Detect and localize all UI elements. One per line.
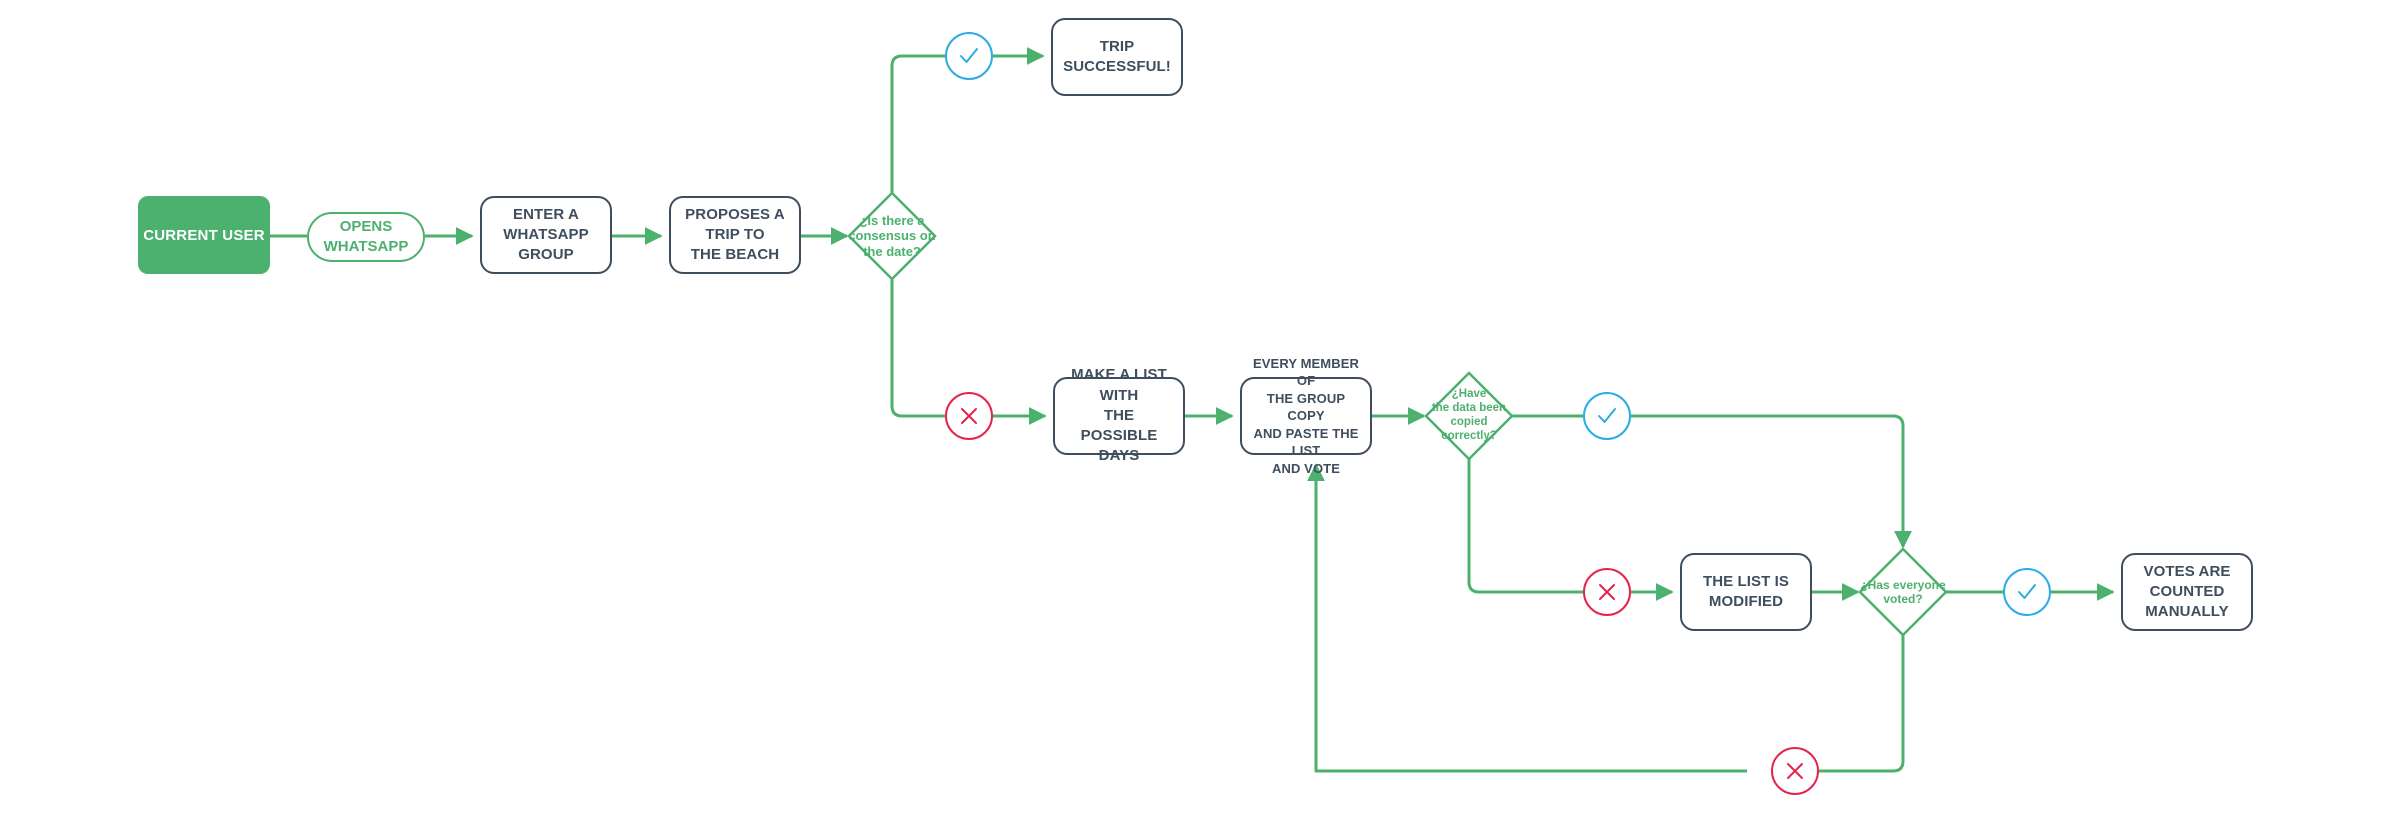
edge-consensus-no	[890, 270, 945, 418]
node-decision-everyone-voted[interactable]: ¿Has everyone voted?	[1858, 547, 1948, 637]
node-label: THE LIST IS MODIFIED	[1702, 572, 1790, 610]
edge-voted-no	[1795, 627, 1905, 773]
check-icon	[1598, 408, 1616, 423]
node-label: ¿Have the data been copied correctly?	[1431, 388, 1507, 442]
node-list-modified[interactable]: THE LIST IS MODIFIED	[1680, 553, 1812, 631]
node-every-member-votes[interactable]: EVERY MEMBER OF THE GROUP COPY AND PASTE…	[1240, 356, 1372, 476]
marker-no-copied-correctly[interactable]	[1583, 568, 1631, 616]
node-label: PROPOSES A TRIP TO THE BEACH	[685, 205, 785, 264]
node-decision-consensus[interactable]: ¿Is there a consensus on the date?	[847, 191, 937, 281]
node-label: TRIP SUCCESSFUL!	[1063, 37, 1171, 75]
edge-consensus-yes	[890, 54, 945, 200]
node-label: MAKE A LIST WITH THE POSSIBLE DAYS	[1071, 366, 1167, 465]
edge-copied-no	[1467, 451, 1583, 594]
cross-icon	[961, 408, 977, 424]
node-label: CURRENT USER	[143, 226, 265, 244]
node-label: EVERY MEMBER OF THE GROUP COPY AND PASTE…	[1253, 355, 1359, 476]
marker-yes-copied-correctly[interactable]	[1583, 392, 1631, 440]
marker-no-everyone-voted[interactable]	[1771, 747, 1819, 795]
marker-yes-everyone-voted[interactable]	[2003, 568, 2051, 616]
node-opens-whatsapp[interactable]: OPENS WHATSAPP	[307, 212, 425, 262]
node-label: ENTER A WHATSAPP GROUP	[503, 205, 589, 264]
node-current-user[interactable]: CURRENT USER	[138, 196, 270, 274]
node-votes-counted-manually[interactable]: VOTES ARE COUNTED MANUALLY	[2121, 553, 2253, 631]
node-label: ¿Is there a consensus on the date?	[848, 212, 936, 259]
node-label: ¿Has everyone voted?	[1860, 577, 1946, 606]
node-label: VOTES ARE COUNTED MANUALLY	[2143, 562, 2231, 621]
flowchart-canvas: CURRENT USER OPENS WHATSAPP ENTER A WHAT…	[0, 0, 2400, 815]
node-proposes-trip[interactable]: PROPOSES A TRIP TO THE BEACH	[669, 196, 801, 274]
check-icon	[960, 48, 978, 63]
marker-no-consensus[interactable]	[945, 392, 993, 440]
marker-yes-consensus[interactable]	[945, 32, 993, 80]
flowchart-edges	[270, 47, 2115, 773]
node-label: OPENS WHATSAPP	[323, 217, 409, 255]
node-trip-successful[interactable]: TRIP SUCCESSFUL!	[1051, 18, 1183, 96]
node-decision-copied-correctly[interactable]: ¿Have the data been copied correctly?	[1424, 371, 1514, 461]
check-icon	[2018, 584, 2036, 599]
cross-icon	[1787, 763, 1803, 779]
node-make-list[interactable]: MAKE A LIST WITH THE POSSIBLE DAYS	[1053, 366, 1185, 464]
node-enter-whatsapp-group[interactable]: ENTER A WHATSAPP GROUP	[480, 196, 612, 274]
edge-copiedyes-to-voted	[1631, 414, 1912, 549]
cross-icon	[1599, 584, 1615, 600]
